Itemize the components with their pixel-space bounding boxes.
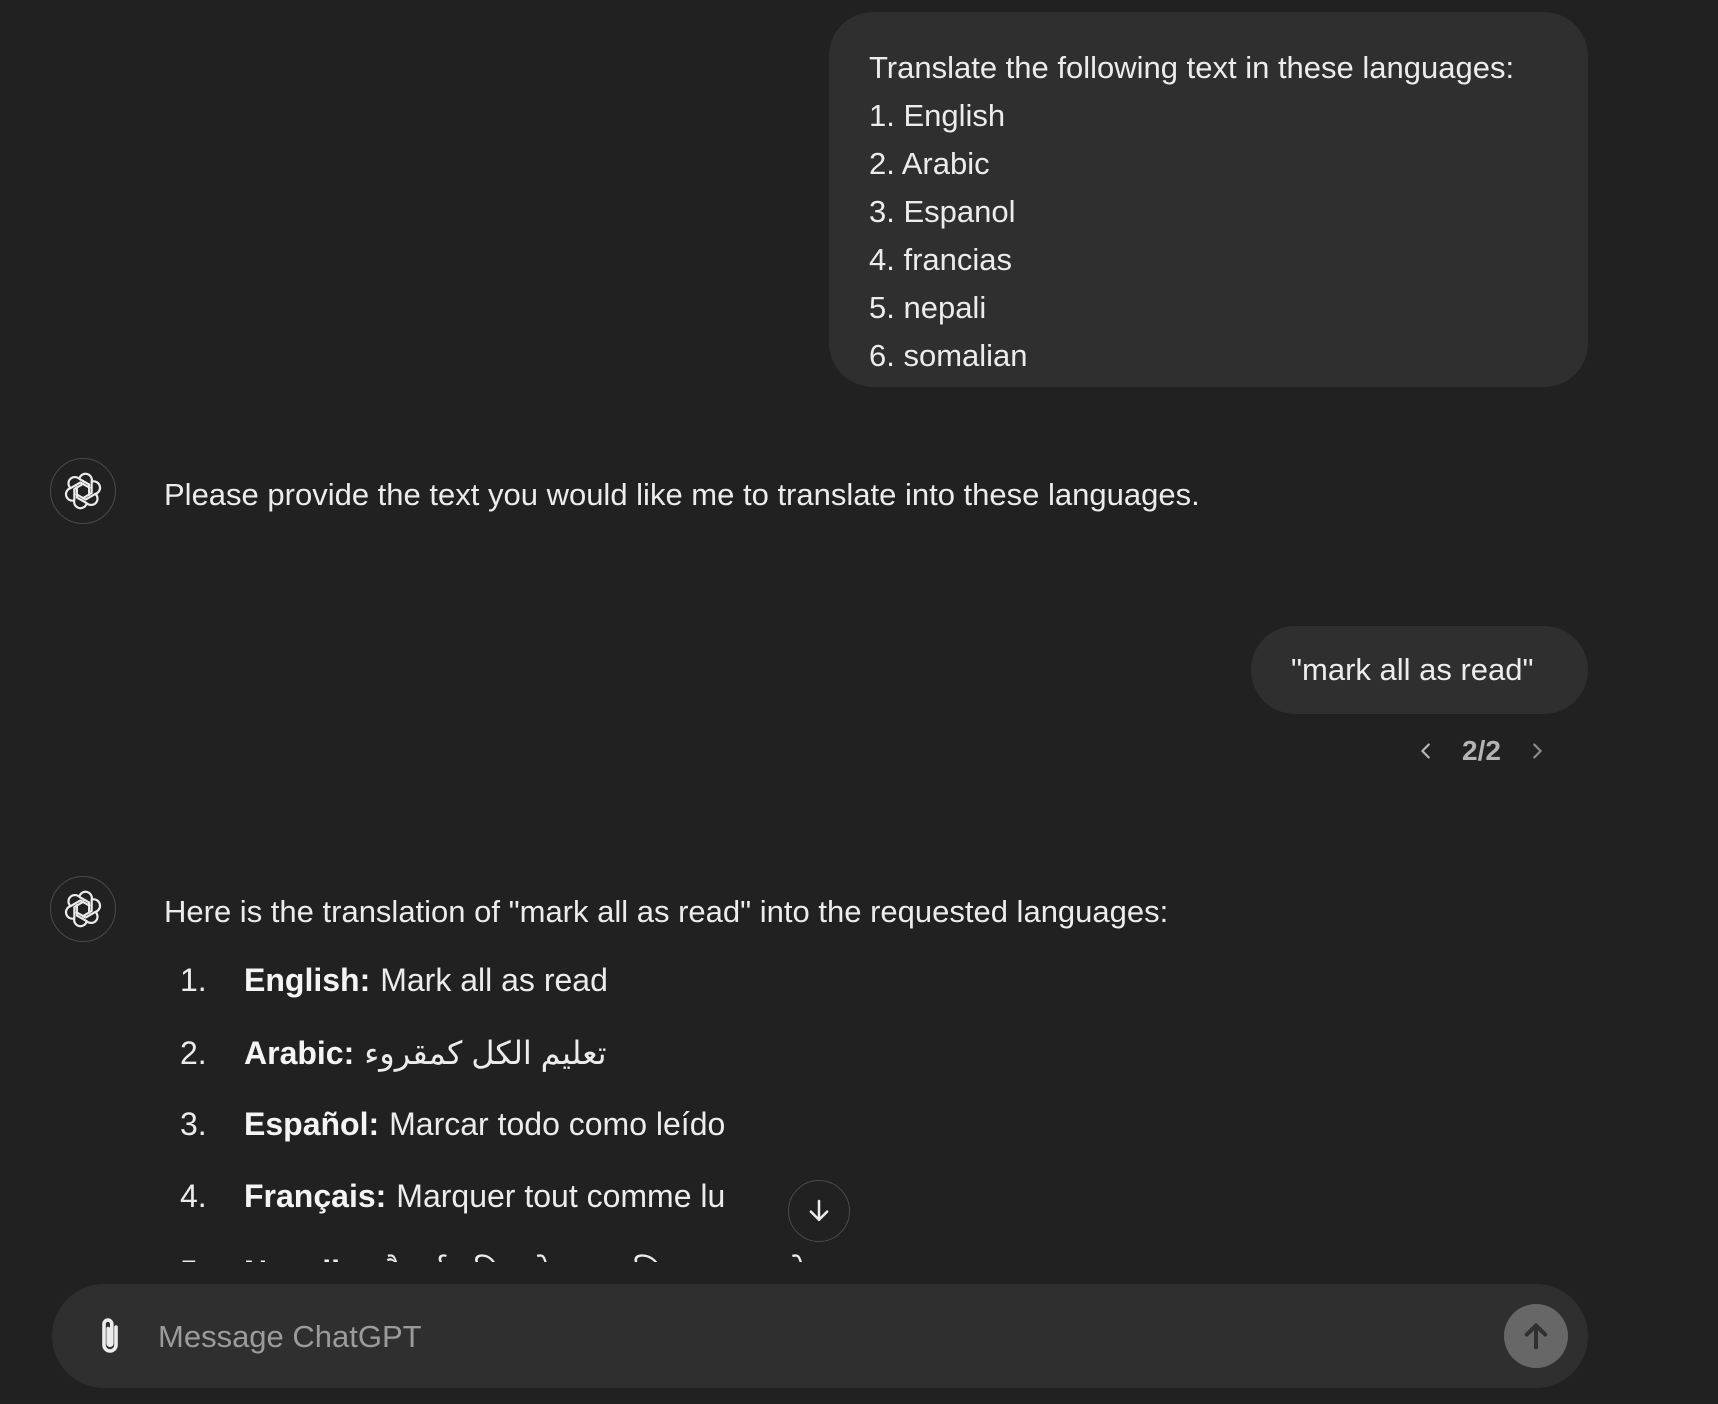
chevron-right-icon[interactable] [1521,735,1553,767]
assistant-message-text: Please provide the text you would like m… [164,477,1200,512]
list-item-number: 3. [180,1106,207,1142]
user-message-line: 6. somalian [869,338,1028,373]
list-item-translation: Mark all as read [380,962,608,998]
user-message-line: 4. francias [869,242,1013,277]
list-item-translation: Marquer tout comme lu [396,1178,726,1214]
assistant-message-intro: Here is the translation of "mark all as … [164,894,1169,929]
version-count: 2/2 [1462,735,1501,766]
openai-logo-icon [64,890,102,928]
arrow-up-icon [1524,1323,1548,1350]
openai-logo-icon [64,472,102,510]
list-item: 1. English: Mark all as read [164,962,608,999]
user-message-bubble: "mark all as read" [1251,626,1588,714]
user-message-text: "mark all as read" [1291,652,1534,687]
assistant-avatar [50,876,116,942]
list-item: 2. Arabic: تعليم الكل كمقروء [164,1034,607,1072]
list-item-number: 4. [180,1178,207,1214]
scroll-to-bottom-button[interactable] [788,1180,850,1242]
list-item-language: Français: [244,1178,387,1214]
message-input[interactable] [156,1306,1440,1368]
arrow-down-icon [809,1199,829,1221]
assistant-avatar [50,458,116,524]
list-item-number: 2. [180,1035,207,1071]
message-version-pager: 2/2 [1410,731,1553,771]
list-item-translation: Marcar todo como leído [389,1106,726,1142]
list-item-language: English: [244,962,371,998]
chevron-left-icon[interactable] [1410,735,1442,767]
list-item: 4. Français: Marquer tout comme lu [164,1178,725,1215]
list-item-translation: تعليم الكل كمقروء [364,1035,607,1071]
list-item-number: 1. [180,962,207,998]
list-item-language: Arabic: [244,1035,355,1071]
list-item: 3. Español: Marcar todo como leído [164,1106,725,1143]
list-item-language: Español: [244,1106,380,1142]
message-composer [52,1284,1588,1388]
send-button[interactable] [1504,1304,1568,1368]
attach-file-button[interactable] [88,1314,132,1358]
paperclip-icon [102,1318,118,1353]
user-message-line: 2. Arabic [869,146,990,181]
user-message-line: 1. English [869,98,1006,133]
user-message-line: 5. nepali [869,290,987,325]
user-message-line: 3. Espanol [869,194,1016,229]
user-message-intro: Translate the following text in these la… [869,50,1515,85]
user-message-bubble: Translate the following text in these la… [829,12,1588,387]
